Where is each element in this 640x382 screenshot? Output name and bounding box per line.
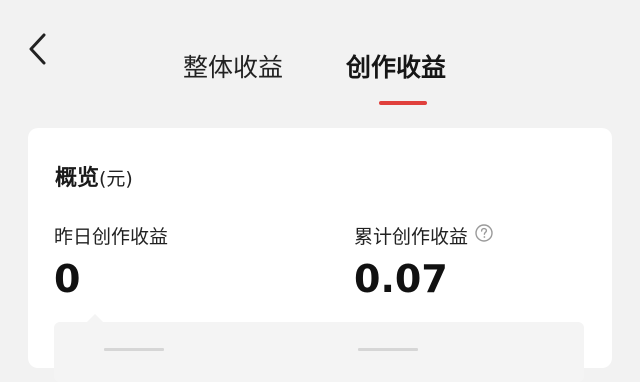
tab-bar: 整体收益 创作收益 xyxy=(0,48,640,118)
detail-panel xyxy=(54,322,584,382)
total-earnings-label-group: 累计创作收益 xyxy=(354,223,494,250)
question-circle-icon[interactable] xyxy=(474,223,494,250)
overview-title: 概览(元) xyxy=(55,164,133,194)
total-earnings-value: 0.07 xyxy=(354,257,448,301)
detail-text-cropped xyxy=(104,343,164,351)
yesterday-earnings-value: 0 xyxy=(54,257,81,301)
tab-creation-earnings[interactable]: 创作收益 xyxy=(346,48,446,88)
yesterday-earnings-label: 昨日创作收益 xyxy=(54,226,169,248)
detail-text-cropped xyxy=(358,343,418,351)
overview-unit: (元) xyxy=(99,168,133,190)
overview-title-text: 概览 xyxy=(55,166,100,191)
overview-card: 概览(元) 昨日创作收益 0 累计创作收益 0.07 xyxy=(28,128,612,382)
tab-overall-earnings[interactable]: 整体收益 xyxy=(183,48,283,88)
total-earnings-label: 累计创作收益 xyxy=(354,226,469,248)
active-tab-indicator xyxy=(379,101,427,105)
